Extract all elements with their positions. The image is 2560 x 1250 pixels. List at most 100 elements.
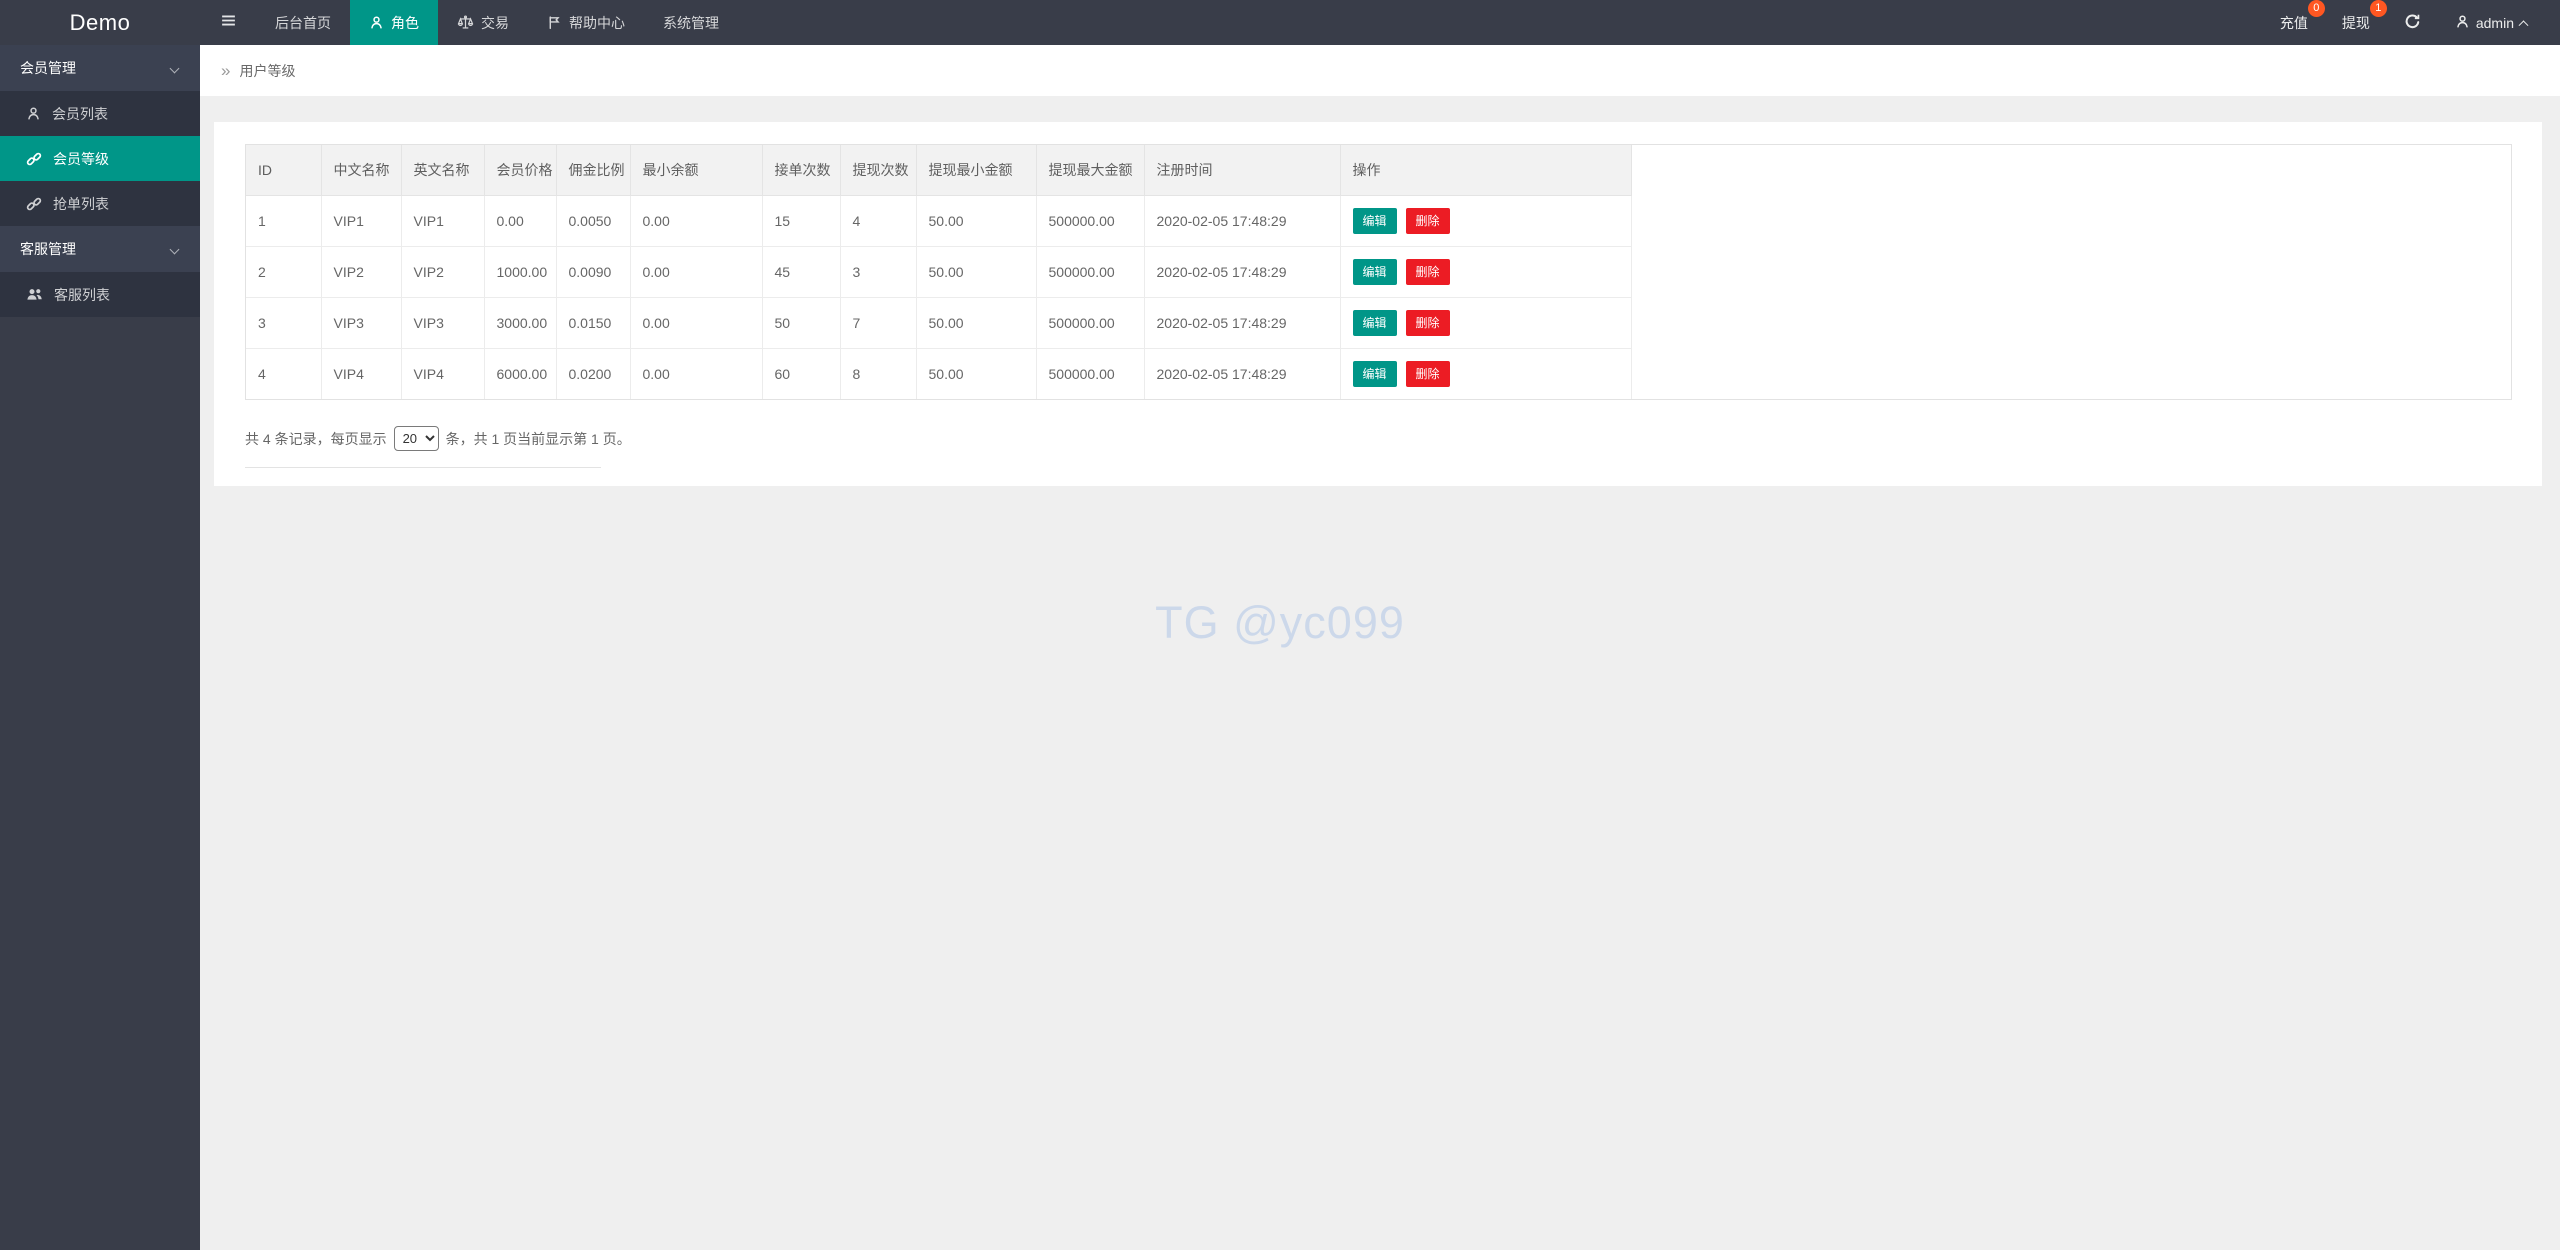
sidebar-group-label: 客服管理: [20, 241, 76, 257]
table-row: 1 VIP1 VIP1 0.00 0.0050 0.00 15 4 50.00 …: [246, 195, 1632, 247]
cell-withdraw-min: 50.00: [916, 297, 1037, 349]
column-header: 接单次数: [762, 145, 841, 196]
person-icon: [369, 15, 384, 30]
topbar-right: 充值 0 提现 1 admin: [2263, 0, 2560, 45]
sidebar-item-label: 抢单列表: [53, 195, 109, 212]
column-header: 提现最大金额: [1036, 145, 1145, 196]
cell-withdraw-count: 4: [840, 195, 917, 247]
nav-item-roles[interactable]: 角色: [350, 0, 438, 45]
nav-item-label: 交易: [481, 14, 509, 31]
pagination-prefix: 共 4 条记录，每页显示: [245, 430, 387, 447]
column-header: ID: [246, 145, 322, 196]
sidebar-group-member-mgmt[interactable]: 会员管理: [0, 45, 200, 91]
refresh-button[interactable]: [2404, 13, 2421, 33]
cell-cn-name: VIP3: [321, 297, 402, 349]
nav-item-label: 角色: [391, 14, 419, 31]
sidebar-item-member-list[interactable]: 会员列表: [0, 91, 200, 136]
nav-item-label: 系统管理: [663, 14, 719, 31]
cell-commission: 0.0090: [556, 246, 631, 298]
cell-withdraw-max: 500000.00: [1036, 246, 1145, 298]
recharge-label: 充值: [2279, 14, 2308, 31]
table-container: ID 中文名称 英文名称 会员价格 佣金比例 最小余额 接单次数 提现次数 提现…: [245, 144, 2512, 400]
nav-item-home[interactable]: 后台首页: [256, 0, 350, 45]
link-icon: [26, 196, 42, 212]
nav-item-trade[interactable]: 交易: [438, 0, 528, 45]
sidebar-item-member-level[interactable]: 会员等级: [0, 136, 200, 181]
nav-item-label: 帮助中心: [569, 14, 625, 31]
cell-id: 4: [246, 348, 322, 399]
column-header: 英文名称: [401, 145, 485, 196]
cell-withdraw-max: 500000.00: [1036, 348, 1145, 399]
cell-price: 6000.00: [484, 348, 557, 399]
sidebar: 会员管理 会员列表 会员等级 抢单列表 客服管理 客服列表: [0, 45, 200, 1250]
cell-register-time: 2020-02-05 17:48:29: [1144, 246, 1341, 298]
cell-min-balance: 0.00: [630, 246, 763, 298]
user-menu[interactable]: admin: [2455, 14, 2529, 32]
cell-price: 3000.00: [484, 297, 557, 349]
sidebar-item-label: 客服列表: [54, 286, 110, 303]
link-icon: [26, 151, 42, 167]
delete-button[interactable]: 删除: [1405, 207, 1450, 234]
cell-en-name: VIP1: [401, 195, 485, 247]
users-icon: [26, 287, 43, 302]
hamburger-button[interactable]: [200, 0, 256, 45]
pagination-suffix: 条，共 1 页当前显示第 1 页。: [445, 430, 631, 447]
cell-withdraw-min: 50.00: [916, 195, 1037, 247]
delete-button[interactable]: 删除: [1405, 309, 1450, 336]
nav-item-help[interactable]: 帮助中心: [528, 0, 644, 45]
cell-actions: 编辑 删除: [1340, 297, 1632, 349]
scales-icon: [457, 15, 474, 30]
column-header: 最小余额: [630, 145, 763, 196]
cell-order-count: 45: [762, 246, 841, 298]
cell-order-count: 60: [762, 348, 841, 399]
table-row: 4 VIP4 VIP4 6000.00 0.0200 0.00 60 8 50.…: [246, 348, 1632, 399]
delete-button[interactable]: 删除: [1405, 258, 1450, 285]
nav-item-system[interactable]: 系统管理: [644, 0, 738, 45]
edit-button[interactable]: 编辑: [1352, 258, 1397, 285]
user-level-table: ID 中文名称 英文名称 会员价格 佣金比例 最小余额 接单次数 提现次数 提现…: [246, 145, 1632, 399]
column-header: 提现最小金额: [916, 145, 1037, 196]
sidebar-item-label: 会员等级: [53, 150, 109, 167]
withdraw-button[interactable]: 提现 1: [2341, 0, 2387, 33]
topbar: Demo 后台首页 角色 交易 帮助中心 系统管理 充值 0 提现 1 admi…: [0, 0, 2560, 45]
table-header-row: ID 中文名称 英文名称 会员价格 佣金比例 最小余额 接单次数 提现次数 提现…: [246, 145, 1632, 196]
cell-cn-name: VIP2: [321, 246, 402, 298]
sidebar-item-support-list[interactable]: 客服列表: [0, 272, 200, 317]
per-page-select[interactable]: 20: [393, 426, 439, 451]
cell-id: 1: [246, 195, 322, 247]
cell-order-count: 15: [762, 195, 841, 247]
table-row: 3 VIP3 VIP3 3000.00 0.0150 0.00 50 7 50.…: [246, 297, 1632, 349]
cell-order-count: 50: [762, 297, 841, 349]
cell-commission: 0.0200: [556, 348, 631, 399]
edit-button[interactable]: 编辑: [1352, 309, 1397, 336]
sidebar-group-support-mgmt[interactable]: 客服管理: [0, 226, 200, 272]
column-header: 会员价格: [484, 145, 557, 196]
cell-actions: 编辑 删除: [1340, 195, 1632, 247]
column-header: 提现次数: [840, 145, 917, 196]
cell-min-balance: 0.00: [630, 348, 763, 399]
cell-en-name: VIP4: [401, 348, 485, 399]
cell-withdraw-max: 500000.00: [1036, 195, 1145, 247]
recharge-button[interactable]: 充值 0: [2279, 0, 2325, 33]
sidebar-item-label: 会员列表: [52, 105, 108, 122]
edit-button[interactable]: 编辑: [1352, 207, 1397, 234]
delete-button[interactable]: 删除: [1405, 360, 1450, 387]
cell-cn-name: VIP4: [321, 348, 402, 399]
cell-withdraw-min: 50.00: [916, 246, 1037, 298]
cell-en-name: VIP2: [401, 246, 485, 298]
cell-register-time: 2020-02-05 17:48:29: [1144, 195, 1341, 247]
sidebar-item-order-grab-list[interactable]: 抢单列表: [0, 181, 200, 226]
cell-min-balance: 0.00: [630, 195, 763, 247]
cell-withdraw-max: 500000.00: [1036, 297, 1145, 349]
hamburger-icon: [220, 12, 237, 34]
cell-id: 2: [246, 246, 322, 298]
nav-item-label: 后台首页: [275, 14, 331, 31]
recharge-badge: 0: [2307, 0, 2325, 17]
cell-withdraw-count: 3: [840, 246, 917, 298]
app-logo: Demo: [69, 9, 131, 35]
cell-en-name: VIP3: [401, 297, 485, 349]
cell-commission: 0.0050: [556, 195, 631, 247]
edit-button[interactable]: 编辑: [1352, 360, 1397, 387]
breadcrumb-icon: »: [221, 61, 231, 80]
withdraw-label: 提现: [2341, 14, 2370, 31]
